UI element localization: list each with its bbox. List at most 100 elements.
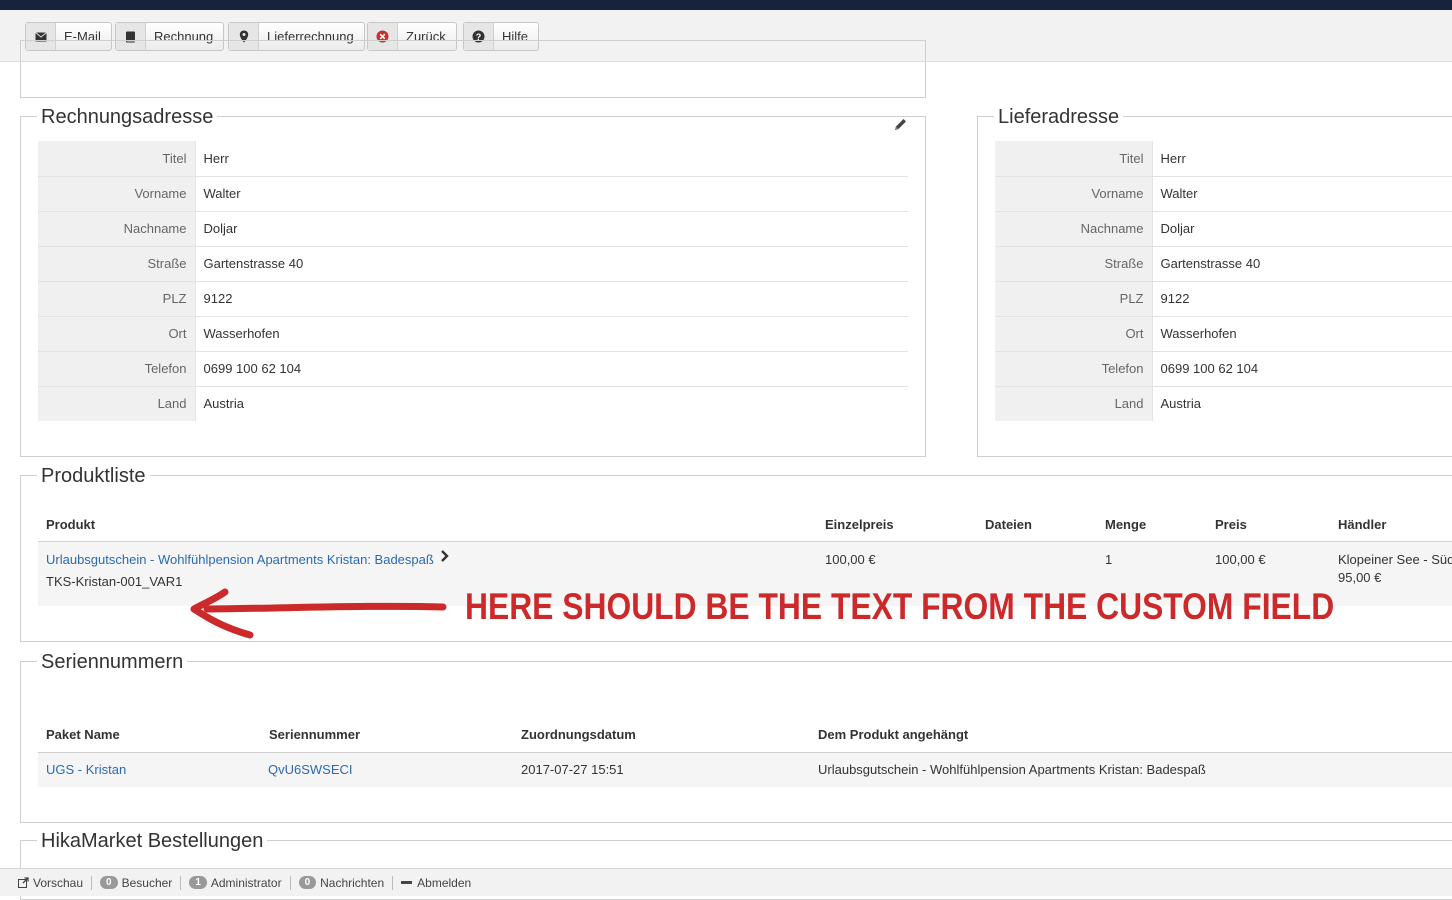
col-header-produkt: Produkt [46, 517, 96, 532]
field-label: Straße [995, 246, 1153, 282]
product-vendor-price: 95,00 € [1338, 570, 1382, 585]
external-link-icon [18, 877, 29, 888]
messages-count-badge: 0 [298, 876, 317, 889]
product-quantity: 1 [1105, 552, 1113, 567]
serial-numbers-title: Seriennummern [37, 650, 188, 674]
hikamarket-orders-title: HikaMarket Bestellungen [37, 829, 268, 853]
logout-label: Abmelden [417, 875, 472, 890]
field-value: Doljar [1152, 211, 1452, 247]
billing-address-title: Rechnungsadresse [37, 105, 218, 129]
field-label: Telefon [995, 351, 1153, 387]
field-label: Titel [38, 141, 196, 177]
package-name-link[interactable]: UGS - Kristan [46, 762, 126, 777]
logout-link[interactable]: Abmelden [393, 876, 479, 890]
col-header-seriennummer: Seriennummer [269, 727, 361, 742]
serial-numbers-section: Seriennummern [20, 650, 1452, 823]
billing-address-table: Titel Herr Vorname Walter Nachname Doljar S… [38, 141, 908, 421]
field-value: Gartenstrasse 40 [1152, 246, 1452, 282]
product-sku: TKS-Kristan-001_VAR1 [46, 574, 183, 589]
messages-status[interactable]: 0 Nachrichten [291, 875, 394, 890]
field-value: Wasserhofen [195, 316, 908, 352]
field-label: Vorname [995, 176, 1153, 212]
field-value: Austria [1160, 396, 1201, 412]
field-label: Land [38, 386, 196, 421]
administrator-status: 1 Administrator [181, 875, 291, 890]
field-value: 0699 100 62 104 [195, 351, 908, 387]
field-label: Vorname [38, 176, 196, 212]
field-label: Ort [995, 316, 1153, 352]
field-label: Titel [995, 141, 1153, 177]
table-row: Land Austria [995, 386, 1452, 421]
field-label: Straße [38, 246, 196, 282]
visitors-label: Besucher [121, 875, 173, 890]
field-value: Walter [195, 176, 908, 212]
edit-pencil-icon[interactable] [893, 117, 909, 133]
col-header-menge: Menge [1105, 517, 1147, 532]
preview-label: Vorschau [33, 875, 84, 890]
annotation-arrow [190, 588, 447, 639]
field-value: Gartenstrasse 40 [195, 246, 908, 282]
product-vendor: Klopeiner See - Süd [1338, 552, 1452, 567]
visitors-status: 0 Besucher [92, 875, 182, 890]
attached-product: Urlaubsgutschein - Wohlfühlpension Apart… [818, 762, 1206, 777]
table-row: Nachname Doljar [995, 211, 1452, 247]
table-row: Titel Herr [38, 141, 908, 177]
field-value: 9122 [1152, 281, 1452, 317]
shipping-address-table: Titel Herr Vorname Walter Nachname Doljar S… [995, 141, 1452, 421]
table-row: Telefon 0699 100 62 104 [995, 351, 1452, 387]
table-row: PLZ 9122 [38, 281, 908, 317]
field-label: PLZ [995, 281, 1153, 317]
field-label: Nachname [38, 211, 196, 247]
minus-icon [401, 881, 413, 884]
table-row: Nachname Doljar [38, 211, 908, 247]
col-header-dateien: Dateien [985, 517, 1032, 532]
col-header-preis: Preis [1215, 517, 1247, 532]
col-header-einzelpreis: Einzelpreis [825, 517, 894, 532]
product-link[interactable]: Urlaubsgutschein - Wohlfühlpension Apart… [46, 552, 434, 567]
field-value: Herr [1152, 141, 1452, 177]
col-header-zuordnungsdatum: Zuordnungsdatum [521, 727, 636, 742]
field-value: Wasserhofen [1152, 316, 1452, 352]
field-value: Herr [195, 141, 908, 177]
product-unit-price: 100,00 € [825, 552, 876, 567]
table-row [38, 753, 1452, 787]
table-row: PLZ 9122 [995, 281, 1452, 317]
visitors-count-badge: 0 [100, 876, 118, 889]
col-header-paket-name: Paket Name [46, 727, 120, 742]
serial-number-link[interactable]: QvU6SWSECI [268, 762, 353, 777]
shipping-address-title: Lieferadresse [994, 105, 1124, 129]
table-row: Straße Gartenstrasse 40 [38, 246, 908, 282]
assignment-date: 2017-07-27 15:51 [521, 762, 624, 777]
field-value: 0699 100 62 104 [1152, 351, 1452, 387]
top-section-partial [20, 40, 926, 98]
table-row: Straße Gartenstrasse 40 [995, 246, 1452, 282]
table-row: Vorname Walter [995, 176, 1452, 212]
field-label: Nachname [995, 211, 1153, 247]
table-row: Telefon 0699 100 62 104 [38, 351, 908, 387]
field-label: Land [995, 386, 1153, 421]
admin-label: Administrator [210, 875, 282, 890]
annotation-text: HERE SHOULD BE THE TEXT FROM THE CUSTOM … [465, 586, 1335, 627]
table-row: Land Austria [38, 386, 908, 421]
field-label: Telefon [38, 351, 196, 387]
table-row: Titel Herr [995, 141, 1452, 177]
product-price: 100,00 € [1215, 552, 1266, 567]
table-row: Ort Wasserhofen [995, 316, 1452, 352]
field-label: PLZ [38, 281, 196, 317]
field-value: Austria [203, 396, 244, 412]
field-value: Walter [1152, 176, 1452, 212]
messages-label: Nachrichten [320, 875, 385, 890]
admin-top-bar [0, 0, 1452, 10]
col-header-haendler: Händler [1338, 517, 1387, 532]
table-row: Vorname Walter [38, 176, 908, 212]
admin-count-badge: 1 [189, 876, 207, 889]
col-header-produkt-angehaengt: Dem Produkt angehängt [818, 727, 969, 742]
status-bar: Vorschau 0 Besucher 1 Administrator 0 Na… [0, 868, 1452, 896]
field-label: Ort [38, 316, 196, 352]
chevron-right-icon[interactable] [440, 550, 449, 565]
field-value: 9122 [195, 281, 908, 317]
field-value: Doljar [195, 211, 908, 247]
preview-link[interactable]: Vorschau [10, 875, 93, 890]
table-row: Ort Wasserhofen [38, 316, 908, 352]
product-list-title: Produktliste [37, 464, 150, 488]
